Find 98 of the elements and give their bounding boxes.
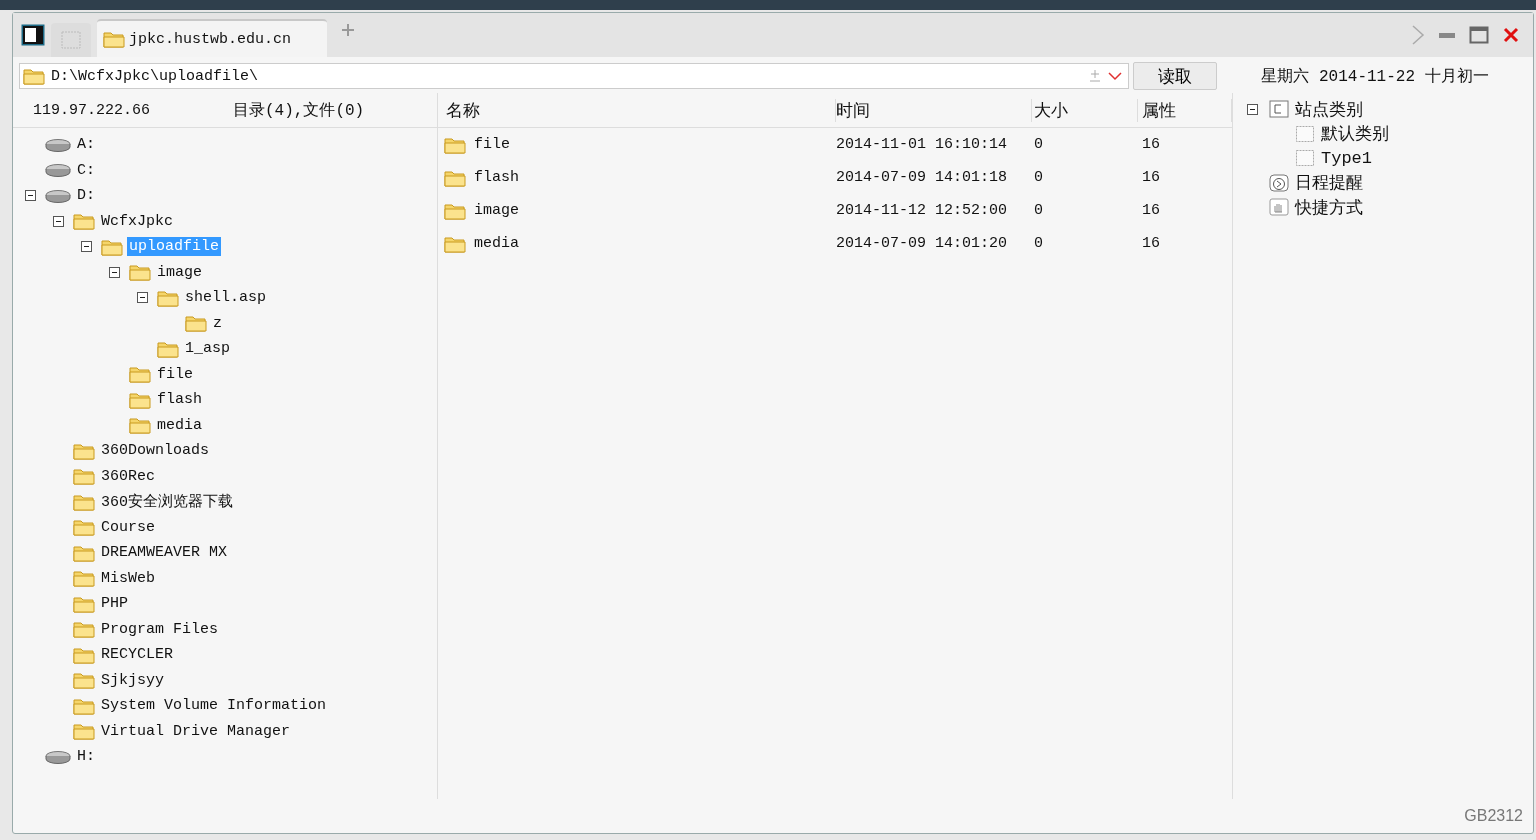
read-button[interactable]: 读取 bbox=[1133, 62, 1217, 90]
tree-item[interactable]: image bbox=[155, 262, 204, 282]
folder-icon bbox=[103, 30, 125, 48]
maximize-icon[interactable] bbox=[1469, 26, 1489, 44]
folder-icon bbox=[129, 365, 151, 384]
table-cell-text: 2014-07-09 14:01:18 bbox=[836, 169, 1009, 186]
tree-item[interactable]: D: bbox=[75, 186, 97, 206]
tree-item[interactable]: 360安全浏览器下载 bbox=[99, 491, 235, 513]
folder-icon bbox=[73, 212, 95, 231]
encoding-label: GB2312 bbox=[1464, 807, 1523, 825]
tree-item[interactable]: 1_asp bbox=[183, 339, 232, 359]
folder-icon bbox=[129, 263, 151, 282]
folder-icon bbox=[129, 416, 151, 435]
folder-icon bbox=[73, 620, 95, 639]
dropdown-icon[interactable] bbox=[1108, 71, 1122, 81]
folder-icon bbox=[23, 67, 45, 85]
folder-icon bbox=[444, 168, 466, 187]
item-count: 目录(4),文件(0) bbox=[233, 100, 365, 121]
folder-icon bbox=[157, 288, 179, 307]
tree-item[interactable]: MisWeb bbox=[99, 568, 157, 588]
column-header[interactable]: 属性 bbox=[1137, 98, 1232, 122]
tree-item[interactable]: flash bbox=[155, 390, 204, 410]
minimize-icon[interactable] bbox=[1439, 31, 1455, 39]
folder-icon bbox=[157, 339, 179, 358]
site-tree-item[interactable]: 默认类别 bbox=[1321, 122, 1389, 146]
folder-icon bbox=[73, 467, 95, 486]
hand-icon bbox=[1269, 198, 1289, 217]
tree-item[interactable]: shell.asp bbox=[183, 288, 268, 308]
table-cell-text: 0 bbox=[1033, 235, 1044, 252]
tree-item[interactable]: Sjkjsyy bbox=[99, 670, 166, 690]
tree-item[interactable]: 360Downloads bbox=[99, 441, 212, 461]
file-name[interactable]: media bbox=[474, 235, 519, 252]
folder-icon bbox=[73, 671, 95, 690]
category-icon bbox=[1269, 100, 1289, 119]
tree-item[interactable]: Course bbox=[99, 517, 157, 537]
tree-item[interactable]: System Volume Information bbox=[99, 696, 329, 716]
tree-item[interactable]: A: bbox=[75, 135, 97, 155]
folder-icon bbox=[73, 722, 95, 741]
folder-icon bbox=[73, 594, 95, 613]
tree-item[interactable]: H: bbox=[75, 747, 97, 767]
server-address: 119.97.222.66 bbox=[33, 101, 152, 119]
table-cell-text: 16 bbox=[1141, 235, 1161, 252]
file-name[interactable]: flash bbox=[474, 169, 519, 186]
tree-item[interactable]: Virtual Drive Manager bbox=[99, 721, 293, 741]
folder-icon bbox=[444, 234, 466, 253]
folder-icon bbox=[73, 441, 95, 460]
column-header[interactable]: 时间 bbox=[836, 98, 1032, 122]
tree-item[interactable]: 360Rec bbox=[99, 466, 157, 486]
panel-toggle-icon[interactable] bbox=[21, 24, 45, 46]
folder-icon bbox=[73, 518, 95, 537]
folder-icon bbox=[73, 543, 95, 562]
site-tree-item[interactable]: Type1 bbox=[1321, 148, 1372, 168]
date-text: 星期六 2014-11-22 十月初一 bbox=[1260, 66, 1490, 87]
file-name[interactable]: image bbox=[474, 202, 519, 219]
tree-item[interactable]: PHP bbox=[99, 594, 130, 614]
column-header[interactable]: 大小 bbox=[1031, 98, 1138, 122]
table-cell-text: 0 bbox=[1033, 169, 1044, 186]
tab-title: jpkc.hustwb.edu.cn bbox=[129, 30, 292, 48]
table-cell-text: 2014-11-01 16:10:14 bbox=[836, 136, 1009, 153]
tree-item[interactable]: DREAMWEAVER MX bbox=[99, 543, 230, 563]
drive-icon bbox=[45, 163, 71, 178]
site-tree-item[interactable]: 站点类别 bbox=[1295, 97, 1363, 121]
tree-item[interactable]: media bbox=[155, 415, 204, 435]
tree-item[interactable]: RECYCLER bbox=[99, 645, 175, 665]
drive-icon bbox=[45, 188, 71, 203]
tree-item[interactable]: Program Files bbox=[99, 619, 221, 639]
blank-icon bbox=[1295, 149, 1315, 168]
table-cell-text: 0 bbox=[1033, 202, 1044, 219]
tree-item[interactable]: z bbox=[211, 313, 224, 333]
table-cell-text: 2014-11-12 12:52:00 bbox=[836, 202, 1009, 219]
table-cell-text: 0 bbox=[1033, 136, 1044, 153]
path-field[interactable]: D:\WcfxJpkc\uploadfile\ bbox=[19, 63, 1129, 89]
tree-item[interactable]: C: bbox=[75, 160, 97, 180]
table-cell-text: 16 bbox=[1141, 136, 1161, 153]
table-cell-text: 16 bbox=[1141, 169, 1161, 186]
folder-icon bbox=[129, 390, 151, 409]
table-cell-text: 16 bbox=[1141, 202, 1161, 219]
site-tree-item[interactable]: 日程提醒 bbox=[1295, 171, 1363, 195]
folder-icon bbox=[73, 569, 95, 588]
folder-icon bbox=[73, 492, 95, 511]
clock-icon bbox=[1269, 173, 1289, 192]
drive-icon bbox=[45, 749, 71, 764]
tree-item[interactable]: WcfxJpkc bbox=[99, 211, 175, 231]
folder-icon bbox=[185, 314, 207, 333]
table-cell-text: 2014-07-09 14:01:20 bbox=[836, 235, 1009, 252]
site-tree-item[interactable]: 快捷方式 bbox=[1295, 195, 1363, 219]
browser-tab[interactable]: jpkc.hustwb.edu.cn bbox=[97, 19, 327, 57]
close-icon[interactable] bbox=[1503, 27, 1519, 43]
folder-icon bbox=[444, 135, 466, 154]
folder-icon bbox=[73, 696, 95, 715]
file-name[interactable]: file bbox=[474, 136, 510, 153]
blank-icon bbox=[1295, 124, 1315, 143]
drive-icon bbox=[45, 137, 71, 152]
column-header[interactable]: 名称 bbox=[438, 98, 836, 122]
folder-icon bbox=[444, 201, 466, 220]
folder-icon bbox=[73, 645, 95, 664]
tree-item[interactable]: file bbox=[155, 364, 195, 384]
folder-icon bbox=[101, 237, 123, 256]
